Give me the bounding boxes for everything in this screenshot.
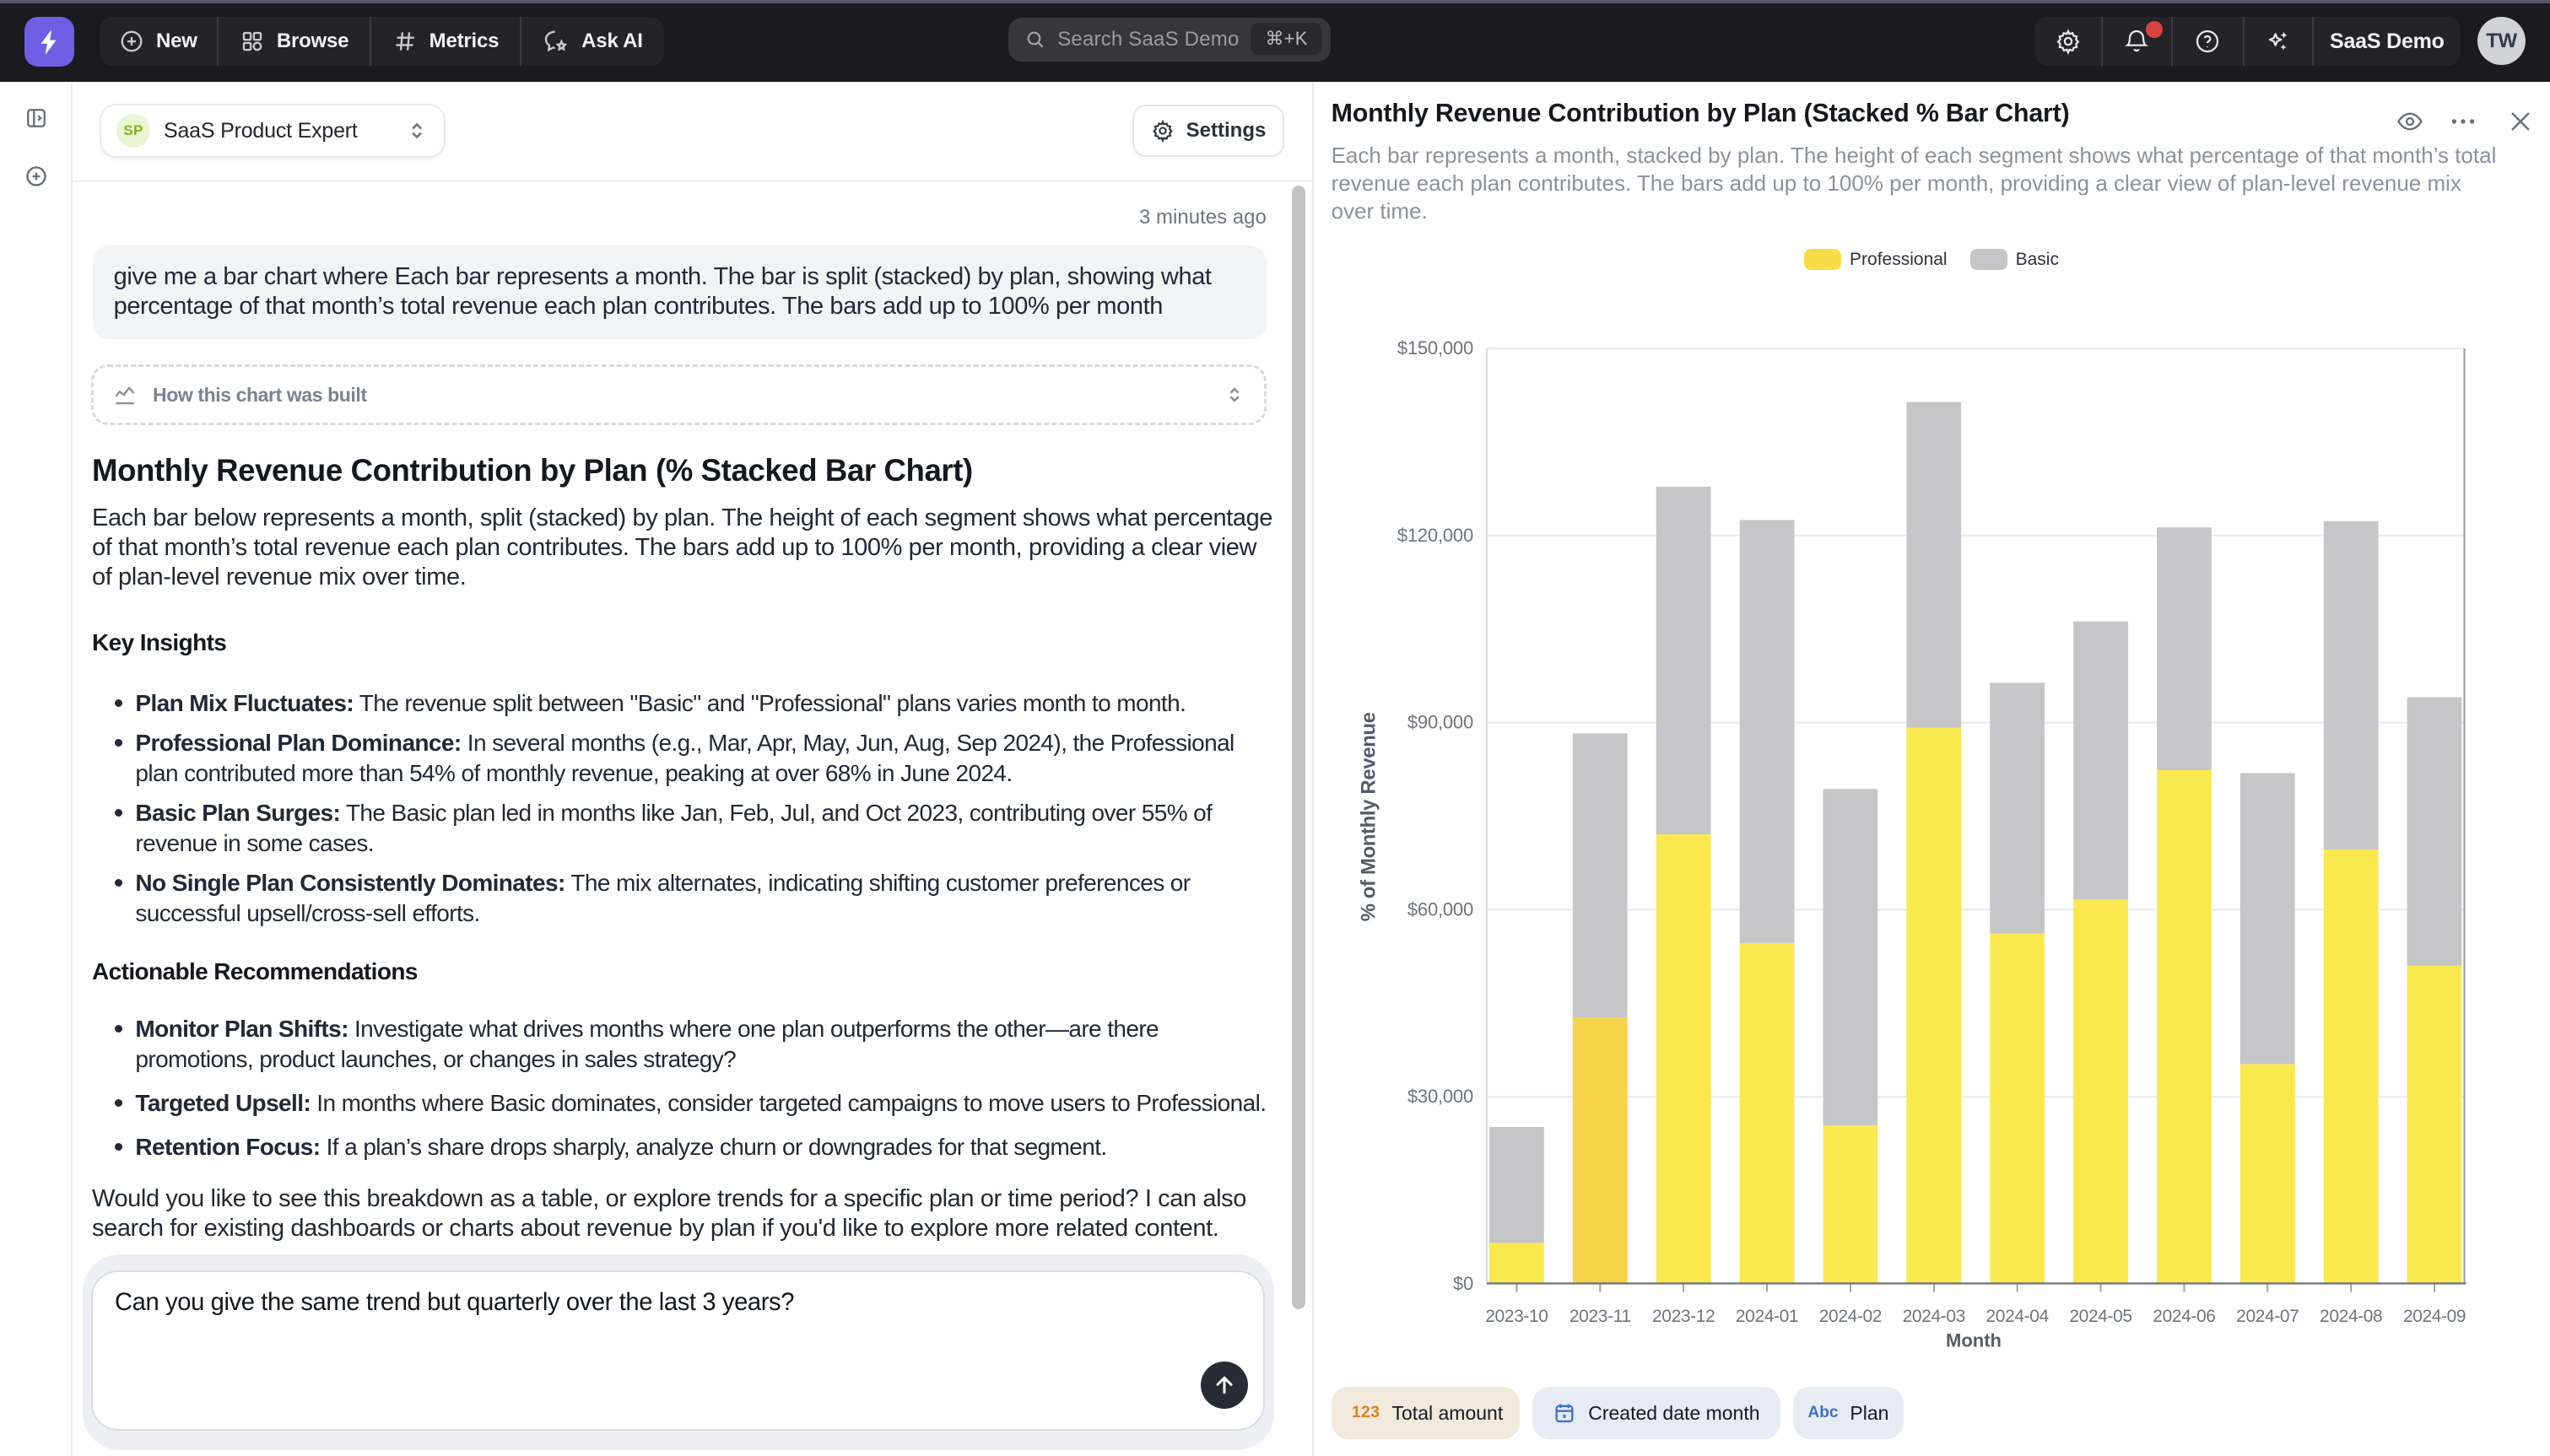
svg-text:2023-10: 2023-10 (1485, 1307, 1548, 1326)
svg-text:2024-01: 2024-01 (1736, 1307, 1798, 1326)
svg-text:2024-03: 2024-03 (1903, 1307, 1965, 1326)
svg-text:2024-09: 2024-09 (2403, 1307, 2466, 1326)
svg-text:2024-06: 2024-06 (2153, 1307, 2215, 1326)
svg-text:2024-08: 2024-08 (2320, 1307, 2382, 1326)
svg-text:$0: $0 (1453, 1273, 1473, 1294)
svg-text:2024-05: 2024-05 (2069, 1307, 2131, 1326)
svg-text:2024-04: 2024-04 (1986, 1307, 2050, 1326)
svg-text:2023-11: 2023-11 (1569, 1307, 1631, 1326)
svg-text:$60,000: $60,000 (1407, 898, 1473, 919)
svg-text:2024-07: 2024-07 (2236, 1307, 2299, 1326)
svg-text:$90,000: $90,000 (1407, 712, 1473, 733)
svg-text:2024-02: 2024-02 (1819, 1307, 1882, 1326)
svg-text:$30,000: $30,000 (1407, 1086, 1473, 1107)
svg-text:$120,000: $120,000 (1397, 525, 1473, 546)
svg-text:Month: Month (1946, 1329, 2002, 1351)
svg-text:% of Monthly Revenue: % of Monthly Revenue (1357, 712, 1380, 921)
svg-text:$150,000: $150,000 (1397, 337, 1473, 359)
svg-text:2023-12: 2023-12 (1652, 1307, 1715, 1326)
